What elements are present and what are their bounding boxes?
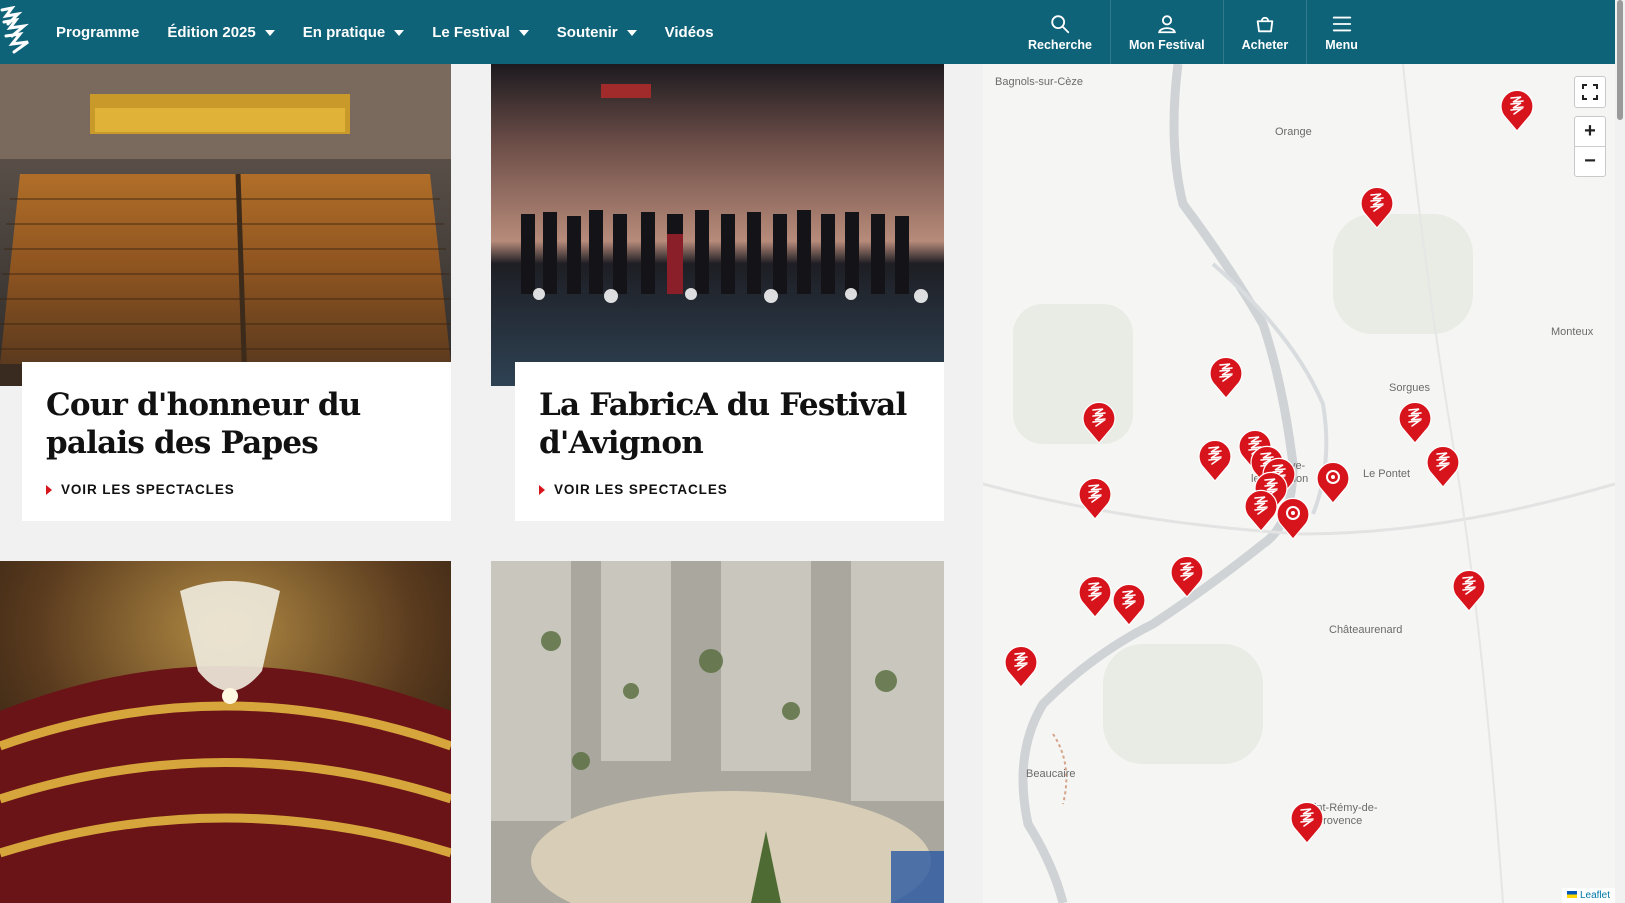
zoom-control: + − <box>1574 116 1606 177</box>
cour-honneur-card: Cour d'honneur du palais des Papes VOIR … <box>22 362 451 521</box>
page-scrollbar[interactable] <box>1615 0 1625 903</box>
user-icon <box>1157 14 1176 33</box>
fullscreen-button[interactable] <box>1574 76 1606 108</box>
venue-marker[interactable] <box>1169 554 1205 598</box>
fabrica-card: La FabricA du Festival d'Avignon VOIR LE… <box>515 362 944 521</box>
map-pin-marker[interactable] <box>1315 460 1351 504</box>
nav-le-festival[interactable]: Le Festival <box>432 24 529 41</box>
red-triangle-icon <box>46 484 52 495</box>
fabrica-photo[interactable] <box>491 64 944 386</box>
scrollbar-thumb[interactable] <box>1617 0 1623 120</box>
venue-marker[interactable] <box>1499 88 1535 132</box>
map-label-sorgues: Sorgues <box>1389 382 1430 394</box>
search-icon <box>1051 14 1070 33</box>
nav-soutenir-label: Soutenir <box>556 23 618 41</box>
cour-honneur-photo[interactable] <box>0 64 451 386</box>
venue-marker[interactable] <box>1208 355 1244 399</box>
venue-marker[interactable] <box>1243 488 1279 532</box>
nav-le-festival-label: Le Festival <box>432 23 510 41</box>
venue-marker[interactable] <box>1077 476 1113 520</box>
venue-marker[interactable] <box>1289 800 1325 844</box>
caret-down-icon <box>518 30 529 36</box>
map-label-chateaurenard: Châteaurenard <box>1329 624 1403 636</box>
card-title[interactable]: La FabricA du Festival d'Avignon <box>539 386 922 462</box>
festival-logo[interactable] <box>0 6 32 56</box>
hamburger-icon <box>1332 16 1351 31</box>
nav-programme-label: Programme <box>56 23 140 41</box>
venue-marker[interactable] <box>1111 582 1147 626</box>
carriere-photo[interactable] <box>491 561 944 903</box>
venue-marker[interactable] <box>1425 444 1461 488</box>
voir-les-spectacles-link[interactable]: VOIR LES SPECTACLES <box>46 482 429 497</box>
search-button[interactable]: Recherche <box>1010 0 1110 64</box>
caret-down-icon <box>264 30 275 36</box>
nav-soutenir[interactable]: Soutenir <box>557 24 637 41</box>
mon-festival-label: Mon Festival <box>1128 37 1205 52</box>
venue-marker[interactable] <box>1081 400 1117 444</box>
leaflet-attribution[interactable]: Leaflet <box>1561 888 1615 903</box>
search-label: Recherche <box>1028 37 1092 52</box>
zoom-in-button[interactable]: + <box>1575 117 1605 146</box>
main-nav: Programme Édition 2025 En pratique Le Fe… <box>56 0 742 64</box>
mon-festival-button[interactable]: Mon Festival <box>1109 0 1223 64</box>
nav-en-pratique-label: En pratique <box>302 23 386 41</box>
basket-icon <box>1256 16 1274 32</box>
map-label-monteux: Monteux <box>1551 326 1594 338</box>
venue-marker[interactable] <box>1077 574 1113 618</box>
map-label-le-pontet: Le Pontet <box>1363 468 1411 480</box>
voir-les-spectacles-label: VOIR LES SPECTACLES <box>554 482 728 497</box>
venue-marker[interactable] <box>1359 185 1395 229</box>
nav-edition-2025[interactable]: Édition 2025 <box>167 23 275 41</box>
attribution-label: Leaflet <box>1579 890 1610 901</box>
nav-videos[interactable]: Vidéos <box>665 24 714 41</box>
red-triangle-icon <box>539 484 545 495</box>
venues-map[interactable]: Bagnols-sur-Cèze Orange Monteux Sorgues … <box>983 64 1615 903</box>
opera-photo[interactable] <box>0 561 451 903</box>
caret-down-icon <box>626 30 637 36</box>
venue-marker[interactable] <box>1003 644 1039 688</box>
acheter-button[interactable]: Acheter <box>1222 0 1307 64</box>
caret-down-icon <box>394 30 405 36</box>
acheter-label: Acheter <box>1241 37 1289 52</box>
venue-marker[interactable] <box>1397 400 1433 444</box>
nav-en-pratique[interactable]: En pratique <box>303 24 405 41</box>
zoom-out-button[interactable]: − <box>1575 146 1605 176</box>
nav-edition-2025-label: Édition 2025 <box>167 23 256 41</box>
card-title[interactable]: Cour d'honneur du palais des Papes <box>46 386 429 462</box>
header-tools: Recherche Mon Festival Acheter Menu <box>1010 0 1376 64</box>
map-pin-marker[interactable] <box>1275 496 1311 540</box>
menu-button[interactable]: Menu <box>1306 0 1376 64</box>
map-label-beaucaire: Beaucaire <box>1026 768 1076 780</box>
venue-marker[interactable] <box>1197 438 1233 482</box>
top-navigation-bar: Programme Édition 2025 En pratique Le Fe… <box>0 0 1625 64</box>
menu-label: Menu <box>1325 37 1358 52</box>
map-label-orange: Orange <box>1275 126 1312 138</box>
ukraine-flag-icon <box>1566 891 1577 898</box>
nav-videos-label: Vidéos <box>664 23 714 41</box>
nav-programme[interactable]: Programme <box>56 24 139 41</box>
voir-les-spectacles-link[interactable]: VOIR LES SPECTACLES <box>539 482 922 497</box>
fullscreen-icon <box>1582 84 1598 100</box>
map-label-bagnols: Bagnols-sur-Cèze <box>995 76 1084 88</box>
voir-les-spectacles-label: VOIR LES SPECTACLES <box>61 482 235 497</box>
venue-marker[interactable] <box>1451 568 1487 612</box>
